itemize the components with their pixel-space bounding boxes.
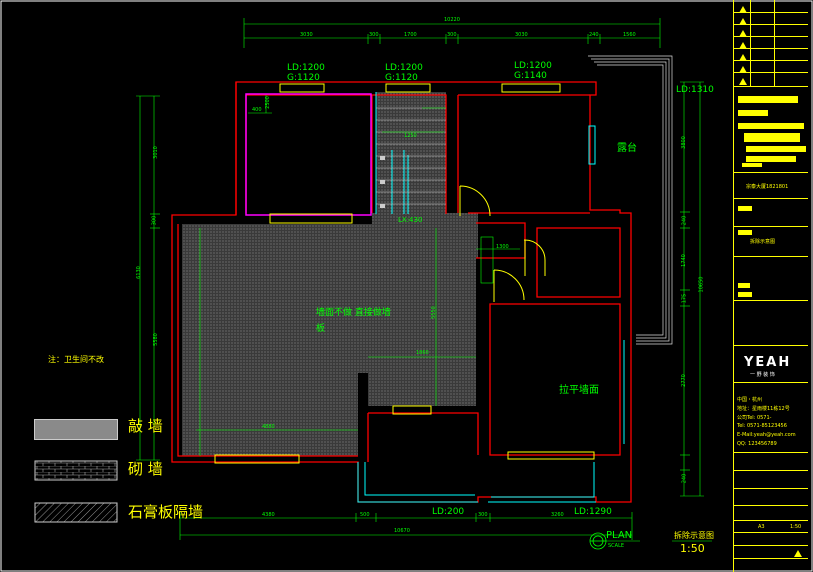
dim-top-5: 240 <box>589 32 599 38</box>
dim-total-top: 10220 <box>444 17 460 23</box>
dim-right-7: 240 <box>681 473 688 484</box>
company-line-1: 地址：星雨楼11栋12号 <box>737 406 790 412</box>
window-1-ld: LD:1200 <box>287 63 325 73</box>
tb-redacted-5 <box>738 292 752 297</box>
tb-redacted-3 <box>738 230 752 235</box>
center-note-2: 板 <box>316 324 326 334</box>
plan-name: 拆除示意图 <box>674 531 714 540</box>
right-wall-label: 拉平墙面 <box>559 385 599 396</box>
plan-title: PLAN <box>606 530 633 541</box>
dim-right-3: 1740 <box>680 254 687 267</box>
legend-swatch-demolish <box>34 419 118 440</box>
tb-scale: 1:50 <box>790 524 802 530</box>
magenta-room <box>245 93 372 216</box>
tb-sheet-size: A3 <box>758 524 765 530</box>
company-logo: YEAH <box>744 355 792 370</box>
dim-right-4: 175 <box>681 293 688 304</box>
dim-top-6: 1560 <box>623 32 636 38</box>
dim-right-2: 240 <box>681 215 688 226</box>
dim-inner-5: 1300 <box>496 244 509 250</box>
legend-label-brick: 砌 墙 <box>128 460 163 478</box>
dim-right-0: 3800 <box>680 136 687 149</box>
legend-swatch-gypsum <box>34 502 118 523</box>
window-3-g: G:1140 <box>514 71 547 81</box>
balcony-label: 露台 <box>617 143 637 154</box>
tb-drawing-name: 拆除示意图 <box>750 239 776 245</box>
dim-top-0: 3030 <box>300 32 313 38</box>
title-block: 宗泰大厦1821801 拆除示意图 YEAH 一 野 装 饰 中国・杭州 地址：… <box>733 0 808 572</box>
company-line-2: 公司Tel: 0571- <box>737 415 772 421</box>
dim-left-0: 3010 <box>152 146 159 159</box>
door-lx: LX:430 <box>398 216 423 224</box>
demolition-area <box>182 92 478 456</box>
dim-bottom-4: 3260 <box>551 512 564 518</box>
right-ld: LD:1310 <box>676 85 714 95</box>
dim-total-bottom: 10670 <box>394 528 410 534</box>
dim-bottom-3: 300 <box>478 512 488 518</box>
dim-left-3: 5580 <box>152 333 159 346</box>
warning-icon <box>739 78 747 85</box>
plan-symbol <box>589 532 607 550</box>
door-pair <box>480 236 494 284</box>
dim-top-3: 300 <box>447 32 457 38</box>
company-sub: 一 野 装 饰 <box>750 372 775 378</box>
dim-inner-1: 400 <box>252 107 262 113</box>
dim-bottom-0: 4380 <box>262 512 275 518</box>
tb-redacted-2 <box>738 206 752 211</box>
dim-left-2: 6130 <box>135 266 142 279</box>
window-3-ld: LD:1200 <box>514 61 552 71</box>
dim-bottom-1: 500 <box>360 512 370 518</box>
plan-ratio: 1:50 <box>680 542 705 555</box>
window-2-g: G:1120 <box>385 73 418 83</box>
balcony-outline <box>588 55 673 345</box>
legend-label-gypsum: 石膏板隔墙 <box>128 503 204 521</box>
dim-inner-3: 1860 <box>416 350 429 356</box>
dim-bottom-2: LD:200 <box>432 507 465 517</box>
company-line-3: Tel: 0571-85123456 <box>737 423 787 429</box>
company-line-4: E-Mail:yeah@yeah.com <box>737 432 796 438</box>
dim-inner-4: 4880 <box>262 424 275 430</box>
bathroom-note: 注：卫生间不改 <box>48 355 104 364</box>
tb-redacted-4 <box>738 283 750 288</box>
warning-icon <box>794 550 802 557</box>
dim-inner-2: 2500 <box>264 96 271 109</box>
dim-inner-6: 5550 <box>430 306 437 319</box>
dim-inner-0: 1250 <box>404 133 417 139</box>
dim-top-4: 3030 <box>515 32 528 38</box>
company-line-0: 中国・杭州 <box>737 397 763 403</box>
plan-scale-label: SCALE <box>608 543 625 549</box>
window-1-g: G:1120 <box>287 73 320 83</box>
company-line-5: QQ: 123456789 <box>737 441 777 447</box>
dim-right-6: 2770 <box>680 374 687 387</box>
dim-bottom-5: LD:1290 <box>574 507 612 517</box>
legend-label-demolish: 敲 墙 <box>128 417 163 435</box>
legend-swatch-brick <box>34 460 118 481</box>
center-note-1: 墙面不做 直接做墙 <box>316 308 391 318</box>
dim-left-1: 300 <box>151 215 158 226</box>
dim-right-5: 10650 <box>698 276 705 293</box>
window-2-ld: LD:1200 <box>385 63 423 73</box>
dim-top-1: 300 <box>369 32 379 38</box>
dim-top-2: 1700 <box>404 32 417 38</box>
tb-project: 宗泰大厦1821801 <box>746 184 789 190</box>
